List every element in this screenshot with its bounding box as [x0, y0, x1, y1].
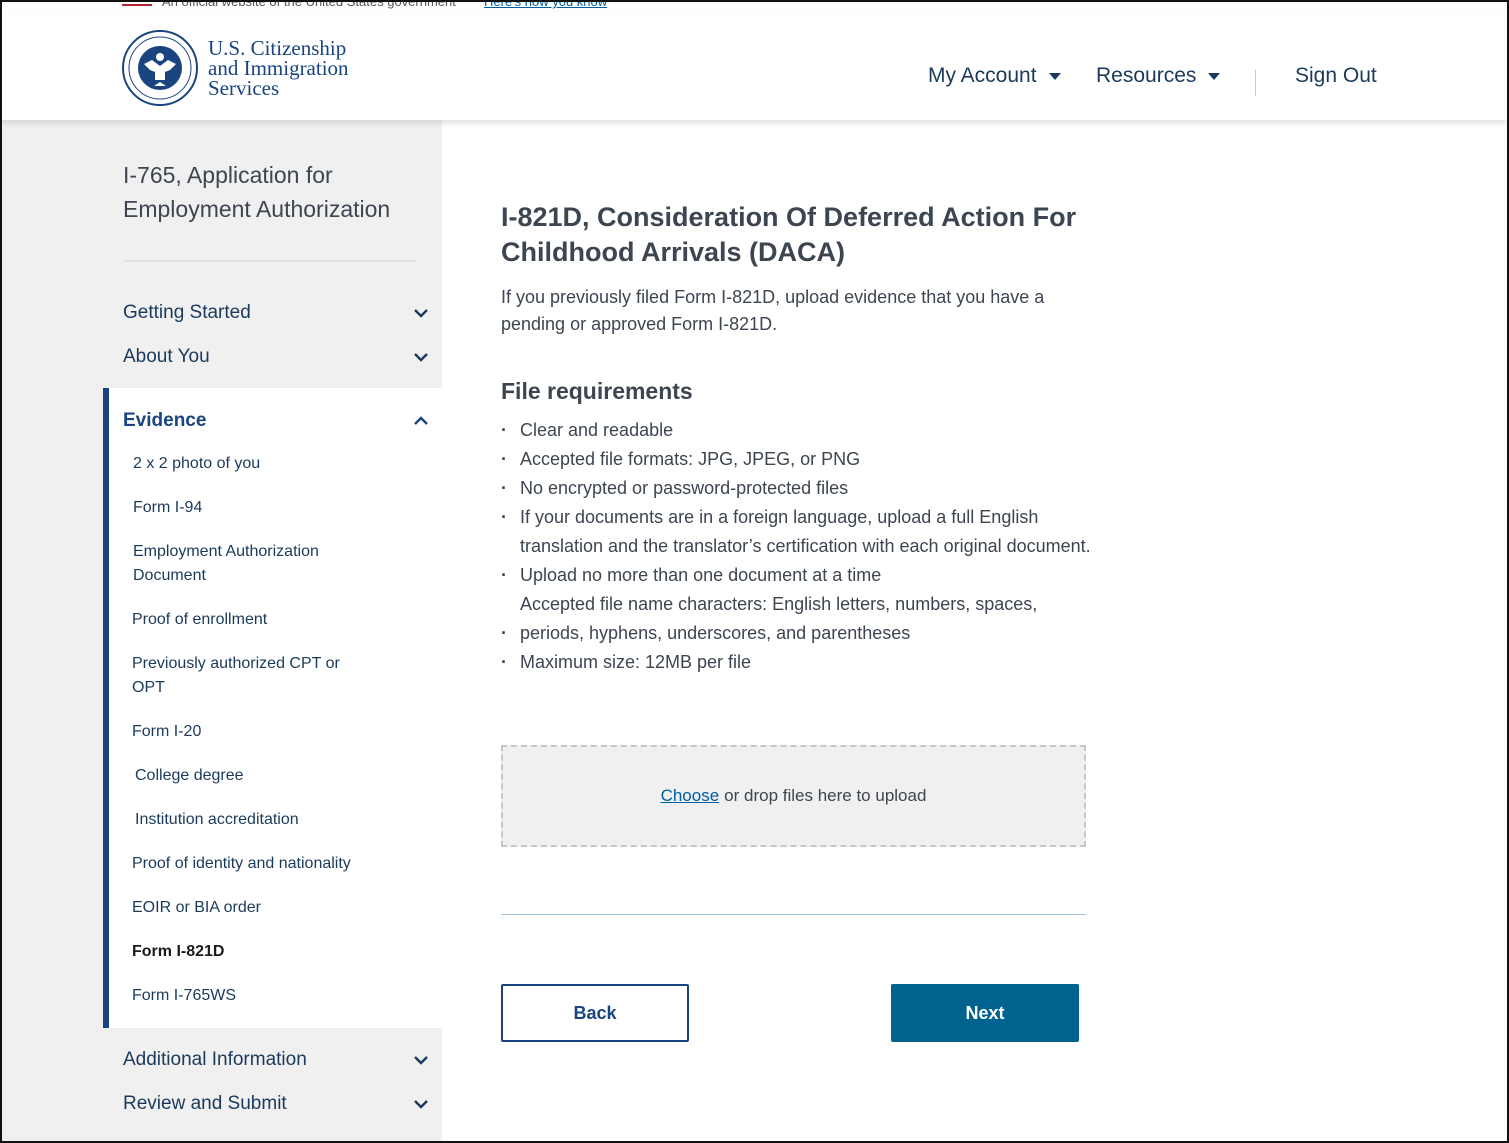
section-label: About You [123, 346, 210, 367]
nav-resources-label: Resources [1096, 64, 1197, 87]
gov-banner: An official website of the United States… [2, 0, 1507, 10]
dropzone-text: or drop files here to upload [724, 786, 927, 805]
list-item: No encrypted or password-protected files [501, 474, 1091, 503]
dhs-seal-icon[interactable] [122, 30, 198, 106]
choose-file-link[interactable]: Choose [661, 786, 720, 806]
nav-my-account-label: My Account [928, 64, 1037, 87]
section-label: Evidence [123, 410, 207, 431]
section-label: Getting Started [123, 302, 251, 323]
caret-down-icon [1048, 72, 1061, 80]
next-button[interactable]: Next [891, 984, 1079, 1042]
nav-divider [1255, 70, 1256, 96]
back-button[interactable]: Back [501, 984, 689, 1042]
brand-line-2: and Immigration [208, 56, 349, 80]
requirements-list: Clear and readable Accepted file formats… [501, 416, 1091, 677]
sidebar-item-college-degree[interactable]: College degree [135, 764, 375, 788]
sidebar-item-proof-enrollment[interactable]: Proof of enrollment [132, 608, 372, 632]
sidebar-section-additional-info[interactable]: Additional Information [123, 1049, 428, 1071]
agency-brand[interactable]: U.S. Citizenship and Immigration Service… [208, 36, 349, 100]
list-item: If your documents are in a foreign langu… [501, 503, 1091, 561]
chevron-up-icon [414, 416, 428, 425]
section-label: Additional Information [123, 1049, 307, 1070]
file-dropzone[interactable]: Choose or drop files here to upload [501, 745, 1086, 847]
page-intro: If you previously filed Form I-821D, upl… [501, 287, 1045, 334]
sidebar-section-evidence: Evidence 2 x 2 photo of you Form I-94 Em… [103, 388, 442, 1028]
sidebar-item-form-i821d[interactable]: Form I-821D [132, 940, 372, 964]
us-flag-icon [122, 2, 152, 8]
nav-resources[interactable]: Resources [1096, 64, 1221, 88]
brand-line-1: U.S. Citizenship [208, 36, 347, 60]
sidebar-section-review-submit[interactable]: Review and Submit [123, 1093, 428, 1115]
sidebar-divider [123, 260, 417, 262]
site-header: U.S. Citizenship and Immigration Service… [2, 12, 1507, 120]
sidebar-item-photo[interactable]: 2 x 2 photo of you [133, 452, 373, 476]
nav-sign-out[interactable]: Sign Out [1295, 64, 1377, 88]
chevron-down-icon [414, 353, 428, 362]
sidebar-section-evidence-header[interactable]: Evidence [123, 410, 428, 432]
chevron-down-icon [414, 1100, 428, 1109]
gov-banner-text: An official website of the United States… [162, 0, 456, 9]
nav-my-account[interactable]: My Account [928, 64, 1061, 88]
list-item: periods, hyphens, underscores, and paren… [501, 619, 1091, 648]
brand-line-3: Services [208, 76, 280, 100]
form-title: I-765, Application for Employment Author… [123, 162, 391, 222]
sidebar-item-cpt-opt[interactable]: Previously authorized CPT or OPT [132, 652, 362, 700]
sidebar-item-form-i94[interactable]: Form I-94 [133, 496, 373, 520]
sidebar-item-form-i20[interactable]: Form I-20 [132, 720, 372, 744]
sidebar: I-765, Application for Employment Author… [2, 120, 442, 1141]
list-item: Clear and readable [501, 416, 1091, 445]
content-divider [501, 914, 1086, 915]
sidebar-item-eoir[interactable]: EOIR or BIA order [132, 896, 372, 920]
list-item: Accepted file formats: JPG, JPEG, or PNG [501, 445, 1091, 474]
sidebar-section-getting-started[interactable]: Getting Started [123, 302, 428, 324]
list-item: Accepted file name characters: English l… [520, 594, 1038, 614]
list-item: Upload no more than one document at a ti… [501, 561, 1091, 590]
gov-banner-link[interactable]: Here's how you know [484, 2, 607, 9]
sidebar-section-about-you[interactable]: About You [123, 346, 428, 368]
browser-frame: An official website of the United States… [0, 0, 1509, 1143]
sidebar-item-form-i765ws[interactable]: Form I-765WS [132, 984, 372, 1008]
page-title: I-821D, Consideration Of Deferred Action… [501, 202, 1077, 267]
list-item: Maximum size: 12MB per file [501, 648, 1091, 677]
chevron-down-icon [414, 1056, 428, 1065]
section-label: Review and Submit [123, 1093, 287, 1114]
caret-down-icon [1208, 72, 1221, 80]
sidebar-item-identity[interactable]: Proof of identity and nationality [132, 852, 432, 876]
sidebar-item-ead[interactable]: Employment Authorization Document [133, 540, 353, 588]
chevron-down-icon [414, 309, 428, 318]
sidebar-item-accreditation[interactable]: Institution accreditation [135, 808, 375, 832]
requirements-title: File requirements [501, 378, 693, 404]
